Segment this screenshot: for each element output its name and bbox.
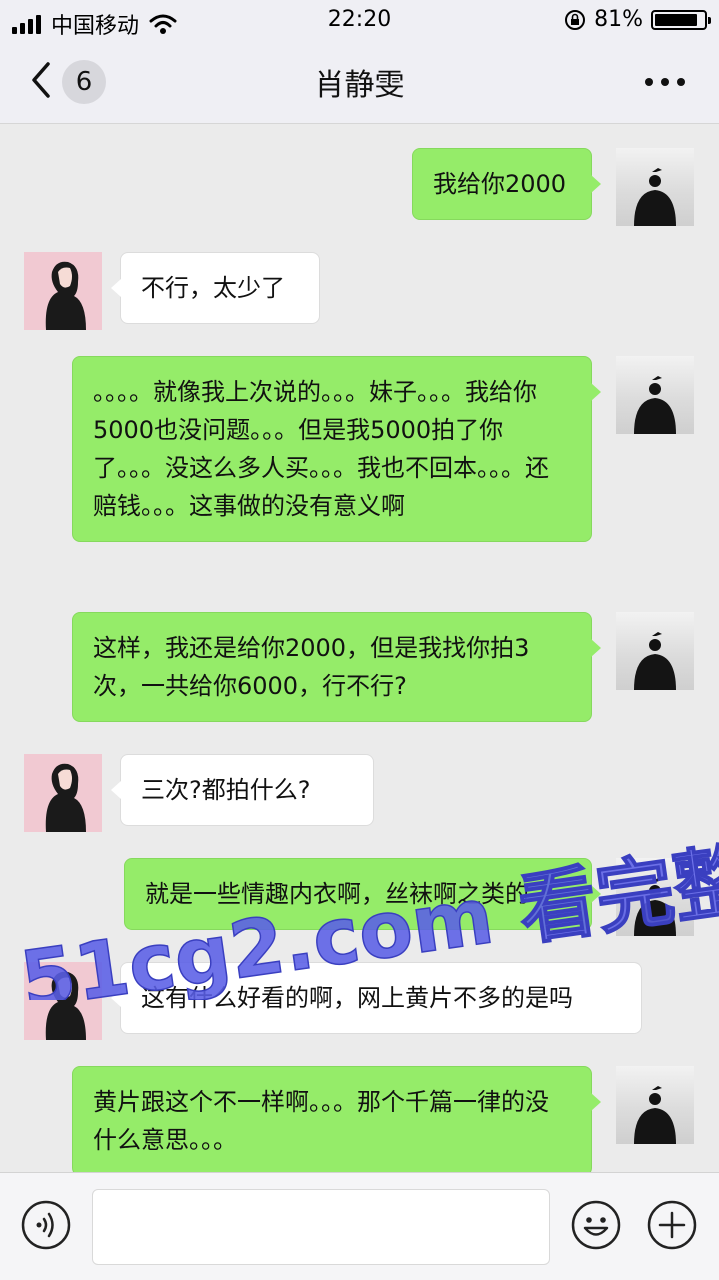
- battery-icon: [651, 9, 711, 30]
- my-avatar[interactable]: [616, 612, 694, 690]
- my-avatar[interactable]: [616, 356, 694, 434]
- rotation-lock-icon: [565, 9, 586, 30]
- more-dots-icon: [645, 78, 653, 86]
- message-bubble-sent[interactable]: 黄片跟这个不一样啊。。。那个千篇一律的没什么意思。。。: [72, 1066, 601, 1172]
- contact-avatar[interactable]: [24, 754, 102, 832]
- message-text: 这有什么好看的啊，网上黄片不多的是吗: [141, 984, 573, 1012]
- my-avatar[interactable]: [616, 858, 694, 936]
- message-bubble-sent[interactable]: 这样，我还是给你2000，但是我找你拍3次，一共给你6000，行不行?: [72, 612, 601, 722]
- contact-avatar[interactable]: [24, 962, 102, 1040]
- message-bubble-sent[interactable]: 我给你2000: [412, 148, 601, 220]
- message-text: 。。。。就像我上次说的。。。妹子。。。我给你5000也没问题。。。但是我5000…: [93, 378, 549, 520]
- contact-avatar[interactable]: [24, 252, 102, 330]
- status-right: 81%: [564, 7, 711, 32]
- message-text: 这样，我还是给你2000，但是我找你拍3次，一共给你6000，行不行?: [93, 634, 530, 700]
- message-text: 不行，太少了: [141, 274, 285, 302]
- my-avatar[interactable]: [616, 1066, 694, 1144]
- my-avatar[interactable]: [616, 148, 694, 226]
- message-bubble-received[interactable]: 三次?都拍什么?: [111, 754, 374, 826]
- message-list[interactable]: 我给你2000 不行，太少了 。。。。就像我上次说的。。。妹子。。。我给你500…: [0, 124, 719, 1172]
- voice-button[interactable]: [20, 1199, 72, 1251]
- more-button[interactable]: [645, 64, 685, 100]
- message-bubble-received[interactable]: 不行，太少了: [111, 252, 320, 324]
- message-input[interactable]: [92, 1189, 550, 1265]
- input-bar: [0, 1172, 719, 1280]
- message-text: 我给你2000: [433, 170, 567, 198]
- message-text: 黄片跟这个不一样啊。。。那个千篇一律的没什么意思。。。: [93, 1088, 549, 1154]
- message-bubble-sent[interactable]: 。。。。就像我上次说的。。。妹子。。。我给你5000也没问题。。。但是我5000…: [72, 356, 601, 542]
- message-text: 就是一些情趣内衣啊，丝袜啊之类的: [145, 880, 529, 908]
- chat-title: 肖静雯: [314, 68, 405, 103]
- emoji-button[interactable]: [570, 1199, 622, 1251]
- message-bubble-sent[interactable]: 就是一些情趣内衣啊，丝袜啊之类的: [124, 858, 601, 930]
- message-text: 三次?都拍什么?: [141, 776, 311, 804]
- message-bubble-received[interactable]: 这有什么好看的啊，网上黄片不多的是吗: [111, 962, 642, 1034]
- status-bar: 中国移动 22:20 81%: [0, 0, 719, 40]
- battery-percent: 81%: [594, 7, 643, 32]
- chat-header: 6 肖静雯: [0, 40, 719, 124]
- plus-button[interactable]: [646, 1199, 698, 1251]
